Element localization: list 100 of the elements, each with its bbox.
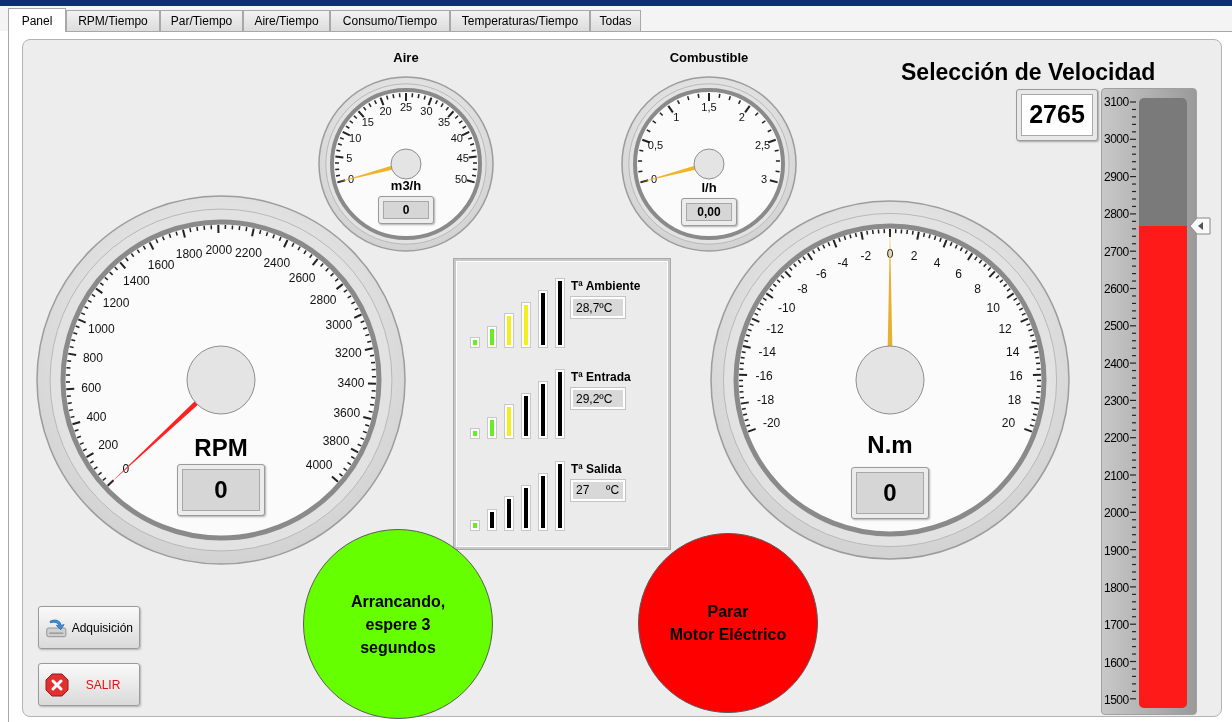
tab[interactable]: RPM/Tiempo bbox=[66, 10, 160, 31]
scale-label: 3200 bbox=[334, 346, 362, 361]
scale-label: 1800 bbox=[1104, 580, 1129, 595]
scale-label: 800 bbox=[82, 350, 103, 365]
scale-label: 25 bbox=[399, 101, 413, 113]
scale-label: 200 bbox=[98, 437, 119, 452]
scale-label: 1600 bbox=[147, 257, 175, 272]
scale-label: -18 bbox=[756, 392, 775, 407]
temperature-value: 27 ºC bbox=[571, 479, 625, 501]
scale-label: -12 bbox=[766, 321, 784, 336]
scale-label: 2200 bbox=[235, 245, 262, 260]
unit-label: RPM bbox=[193, 436, 249, 460]
temperature-value: 29,2ºC bbox=[571, 388, 625, 410]
tab[interactable]: Par/Tiempo bbox=[160, 10, 243, 31]
scale-label: 2800 bbox=[1104, 207, 1129, 222]
scale-label: 2900 bbox=[1104, 169, 1129, 184]
needle-hub bbox=[390, 148, 422, 180]
scale-label: 1500 bbox=[1104, 693, 1129, 707]
scale-label: 10 bbox=[986, 300, 1000, 315]
scale-label: 12 bbox=[998, 321, 1012, 336]
scale-label: 10 bbox=[349, 132, 362, 145]
scale-label: 400 bbox=[86, 410, 107, 425]
scale-label: 1400 bbox=[123, 274, 150, 289]
acquisition-button[interactable]: Adquisición bbox=[38, 606, 140, 649]
scale-label: 3000 bbox=[325, 318, 353, 333]
scale-label: 600 bbox=[81, 380, 102, 395]
temperature-value: 28,7ºC bbox=[571, 297, 625, 319]
scale-label: 3000 bbox=[1104, 132, 1129, 147]
scale-label: 45 bbox=[456, 152, 469, 165]
temperature-label: Tª Entrada bbox=[571, 369, 631, 387]
gauge-title: Combustible bbox=[668, 49, 750, 67]
scale-label: 2300 bbox=[1104, 394, 1129, 408]
scale-label: -14 bbox=[758, 344, 776, 359]
scale-label: -6 bbox=[816, 267, 827, 282]
scale-label: -10 bbox=[778, 300, 796, 315]
close-icon bbox=[45, 672, 69, 697]
value-display: 0,00 bbox=[681, 198, 737, 226]
scale-label: -16 bbox=[755, 368, 773, 383]
scale-label: 2700 bbox=[1104, 244, 1129, 259]
scale-label: 20 bbox=[379, 104, 392, 117]
scale-label: 1600 bbox=[1104, 655, 1129, 670]
unit-label: m3/h bbox=[389, 178, 423, 192]
scale-label: 2000 bbox=[1104, 506, 1129, 521]
scale-label: 2600 bbox=[288, 271, 316, 286]
scale-label: 3600 bbox=[333, 405, 361, 420]
tab[interactable]: Panel bbox=[8, 8, 66, 32]
temperature-label: Tª Salida bbox=[571, 460, 622, 478]
scale-label: 35 bbox=[438, 115, 451, 128]
scale-label: 5 bbox=[346, 152, 353, 165]
value-display: 0 bbox=[177, 464, 265, 516]
temperature-label: Tª Ambiente bbox=[571, 278, 641, 296]
scale-label: 2 bbox=[910, 249, 918, 264]
scale-label: 20 bbox=[1001, 416, 1016, 431]
scale-label: 50 bbox=[454, 172, 468, 185]
tab[interactable]: Aire/Tiempo bbox=[243, 10, 330, 31]
scale-label: 6 bbox=[955, 267, 962, 282]
scale-label: -2 bbox=[860, 249, 872, 264]
value-display: 0 bbox=[378, 196, 434, 224]
tab[interactable]: Todas bbox=[590, 10, 641, 31]
scale-label: 2500 bbox=[1104, 319, 1129, 334]
status-indicator: Arrancando, espere 3 segundos bbox=[303, 529, 493, 719]
scale-label: 1200 bbox=[102, 296, 130, 311]
scale-label: -4 bbox=[837, 256, 849, 271]
scale-label: -20 bbox=[762, 416, 781, 431]
scale-label: 2100 bbox=[1104, 468, 1129, 483]
scale-label: 16 bbox=[1009, 368, 1023, 383]
scale-label: 1800 bbox=[175, 246, 203, 261]
scale-label: 40 bbox=[450, 132, 463, 145]
scale-label: 1000 bbox=[88, 322, 115, 337]
scale-label: 1 bbox=[673, 111, 680, 124]
gauge-title: Aire bbox=[392, 49, 420, 67]
scale-label: 3800 bbox=[322, 433, 350, 448]
unit-label: N.m bbox=[866, 433, 914, 457]
scale-label: 3100 bbox=[1104, 95, 1129, 109]
scale-label: 2800 bbox=[309, 292, 337, 307]
scale-label: 4000 bbox=[305, 458, 333, 473]
scale-label: 2000 bbox=[205, 243, 233, 257]
needle-hub bbox=[186, 345, 256, 415]
scale-label: 15 bbox=[361, 115, 374, 128]
scale-label: 18 bbox=[1007, 392, 1022, 407]
slider-thumb[interactable] bbox=[1189, 217, 1211, 236]
scale-label: -8 bbox=[797, 282, 808, 297]
scale-label: 1,5 bbox=[701, 101, 717, 113]
speed-value-display: 2765 bbox=[1016, 89, 1098, 141]
unit-label: l/h bbox=[700, 180, 718, 194]
scale-label: 2400 bbox=[263, 255, 291, 270]
speed-title: Selección de Velocidad bbox=[901, 58, 1156, 87]
tab[interactable]: Temperaturas/Tiempo bbox=[450, 10, 590, 31]
scale-label: 3 bbox=[761, 172, 768, 185]
scale-label: 2400 bbox=[1104, 356, 1129, 371]
status-indicator: Parar Motor Eléctrico bbox=[638, 533, 818, 713]
scale-label: 8 bbox=[974, 282, 981, 297]
scale-label: 3400 bbox=[337, 376, 365, 391]
scale-label: 14 bbox=[1006, 344, 1020, 359]
scale-label: 4 bbox=[933, 256, 941, 271]
tab[interactable]: Consumo/Tiempo bbox=[330, 10, 450, 31]
scale-label: 30 bbox=[420, 104, 433, 117]
scale-label: 2200 bbox=[1104, 431, 1129, 446]
scale-label: 2 bbox=[738, 111, 745, 124]
exit-button[interactable]: SALIR bbox=[38, 663, 140, 706]
